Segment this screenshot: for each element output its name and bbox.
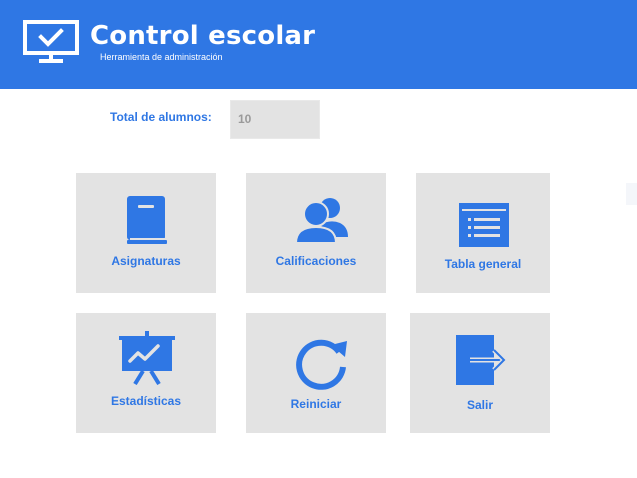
- estadisticas-button[interactable]: Estadísticas: [76, 313, 216, 433]
- estadisticas-label: Estadísticas: [110, 394, 182, 408]
- calificaciones-button[interactable]: Calificaciones: [246, 173, 386, 293]
- refresh-icon: [296, 339, 347, 390]
- book-icon: [127, 196, 167, 244]
- salir-button[interactable]: Salir: [410, 313, 550, 433]
- tabla-general-button[interactable]: Tabla general: [416, 173, 550, 293]
- app-header: Control escolar Herramienta de administr…: [0, 0, 637, 89]
- total-students-field[interactable]: 10: [230, 100, 320, 139]
- tabla-general-label: Tabla general: [444, 257, 522, 271]
- calificaciones-label: Calificaciones: [275, 254, 357, 268]
- table-list-icon: [459, 203, 509, 247]
- monitor-check-icon: [23, 20, 79, 63]
- asignaturas-button[interactable]: Asignaturas: [76, 173, 216, 293]
- users-icon: [294, 198, 348, 244]
- app-subtitle: Herramienta de administración: [100, 52, 223, 62]
- exit-icon: [456, 335, 508, 385]
- reiniciar-label: Reiniciar: [290, 397, 342, 411]
- presentation-chart-icon: [119, 331, 175, 385]
- total-students-label: Total de alumnos:: [110, 110, 212, 124]
- salir-label: Salir: [466, 398, 493, 412]
- edge-decoration: [626, 183, 637, 205]
- reiniciar-button[interactable]: Reiniciar: [246, 313, 386, 433]
- asignaturas-label: Asignaturas: [111, 254, 181, 268]
- app-title: Control escolar: [90, 21, 316, 51]
